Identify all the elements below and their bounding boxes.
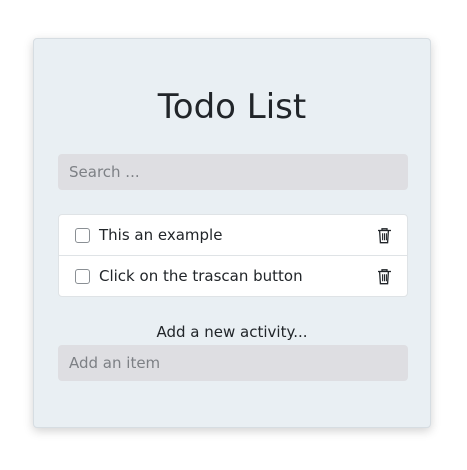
trash-icon[interactable] — [376, 226, 392, 244]
trash-icon[interactable] — [376, 267, 392, 285]
page-title: Todo List — [157, 87, 307, 127]
list-item: Click on the trascan button — [59, 255, 407, 296]
add-item-input[interactable] — [58, 345, 408, 381]
todo-checkbox[interactable] — [75, 227, 90, 243]
todo-label: This an example — [99, 226, 223, 244]
search-input[interactable] — [58, 154, 408, 190]
todo-checkbox[interactable] — [75, 268, 90, 284]
todo-list: This an example Click on the trascan but… — [58, 214, 408, 297]
list-item: This an example — [59, 215, 407, 255]
add-activity-label: Add a new activity... — [156, 323, 308, 341]
todo-label: Click on the trascan button — [99, 267, 303, 285]
todo-card: Todo List This an example Click on the t… — [33, 38, 431, 428]
